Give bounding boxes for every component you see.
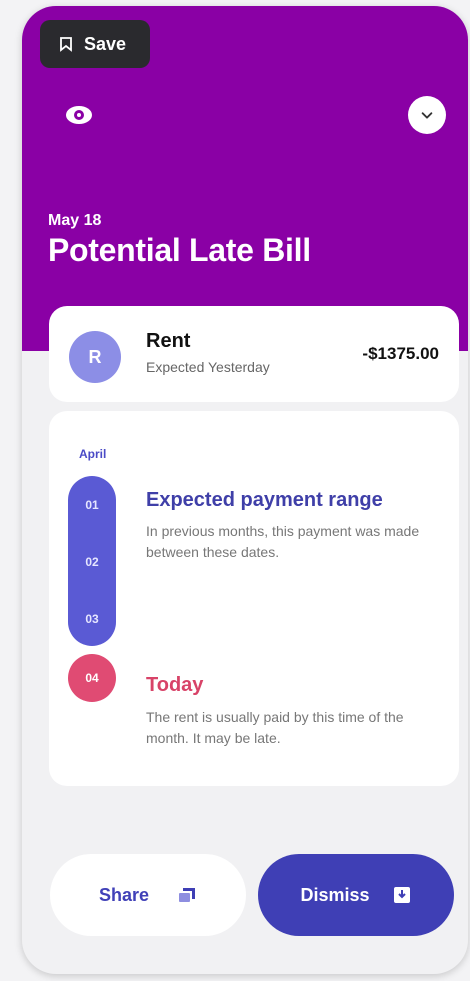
archive-icon [393,887,410,903]
today-description: The rent is usually paid by this time of… [146,709,404,746]
visibility-button[interactable] [60,96,98,134]
share-icon [179,888,196,902]
save-button[interactable]: Save [40,20,150,68]
avatar: R [69,331,121,383]
today-marker: 04 [68,654,116,702]
range-day: 02 [85,555,99,569]
dismiss-label: Dismiss [300,884,370,905]
payment-range-pill: 01 02 03 [68,476,116,646]
timeline-month: April [79,447,107,461]
share-button[interactable]: Share [50,854,246,936]
page-title: Potential Late Bill [48,232,311,268]
today-title: Today [146,674,204,696]
range-title: Expected payment range [146,489,383,511]
bookmark-icon [60,37,72,52]
bill-amount: -$1375.00 [362,344,439,363]
notification-card: Save May 18 Potential Late Bill R Rent E… [22,6,468,974]
chevron-down-icon [421,112,433,119]
bill-name: Rent [146,330,191,352]
eye-icon [66,106,92,124]
collapse-button[interactable] [408,96,446,134]
save-label: Save [84,33,127,54]
range-description: In previous months, this payment was mad… [146,523,420,560]
range-day: 01 [85,498,99,512]
bill-date: May 18 [48,212,102,229]
dismiss-button[interactable]: Dismiss [258,854,454,936]
bill-summary-card[interactable]: R Rent Expected Yesterday -$1375.00 [49,306,459,402]
timeline-card: April 01 02 03 04 Expected payment range… [49,411,459,786]
share-label: Share [98,884,150,905]
range-day: 03 [85,612,99,626]
bill-status: Expected Yesterday [146,359,270,375]
